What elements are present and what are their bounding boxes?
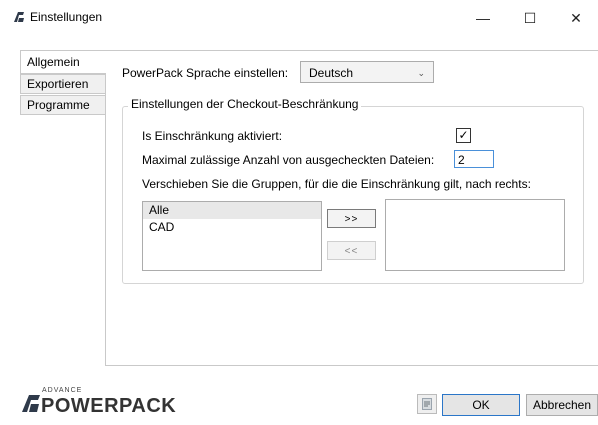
cancel-button[interactable]: Abbrechen	[526, 394, 598, 416]
logo-text-advance: ADVANCE	[42, 387, 83, 394]
book-icon	[422, 398, 432, 410]
move-right-button[interactable]: >>	[327, 209, 376, 228]
language-label: PowerPack Sprache einstellen:	[122, 66, 289, 80]
title-bar: Einstellungen — ☐ ✕	[0, 0, 598, 36]
list-item[interactable]: CAD	[143, 219, 321, 236]
close-button[interactable]: ✕	[553, 4, 598, 32]
list-item[interactable]: Alle	[143, 202, 321, 219]
window-title: Einstellungen	[30, 10, 103, 24]
help-button[interactable]	[417, 394, 437, 414]
move-groups-label: Verschieben Sie die Gruppen, für die die…	[142, 177, 531, 191]
minimize-button[interactable]: —	[460, 4, 506, 32]
language-select[interactable]: Deutsch ⌄	[300, 61, 434, 83]
tab-strip: Allgemein Exportieren Programme	[20, 50, 106, 116]
tab-programme[interactable]: Programme	[20, 95, 106, 115]
restriction-enabled-label: Is Einschränkung aktiviert:	[142, 129, 283, 143]
chevron-down-icon: ⌄	[417, 68, 425, 78]
ok-button[interactable]: OK	[442, 394, 520, 416]
language-select-value: Deutsch	[309, 66, 354, 80]
available-groups-list[interactable]: Alle CAD	[142, 201, 322, 271]
move-left-button[interactable]: <<	[327, 241, 376, 260]
max-files-input[interactable]: 2	[454, 150, 494, 168]
advance-logo-icon	[22, 395, 40, 412]
checkout-group-title: Einstellungen der Checkout-Beschränkung	[128, 97, 362, 111]
advance-logo-icon	[14, 12, 24, 22]
restriction-enabled-checkbox[interactable]: ✓	[456, 128, 471, 143]
tab-exportieren[interactable]: Exportieren	[20, 74, 106, 94]
tab-allgemein[interactable]: Allgemein	[20, 50, 106, 74]
logo-text-powerpack: POWERPACK	[41, 395, 177, 417]
maximize-button[interactable]: ☐	[507, 4, 553, 32]
selected-groups-list[interactable]	[385, 199, 565, 271]
max-files-label: Maximal zulässige Anzahl von ausgecheckt…	[142, 153, 435, 167]
